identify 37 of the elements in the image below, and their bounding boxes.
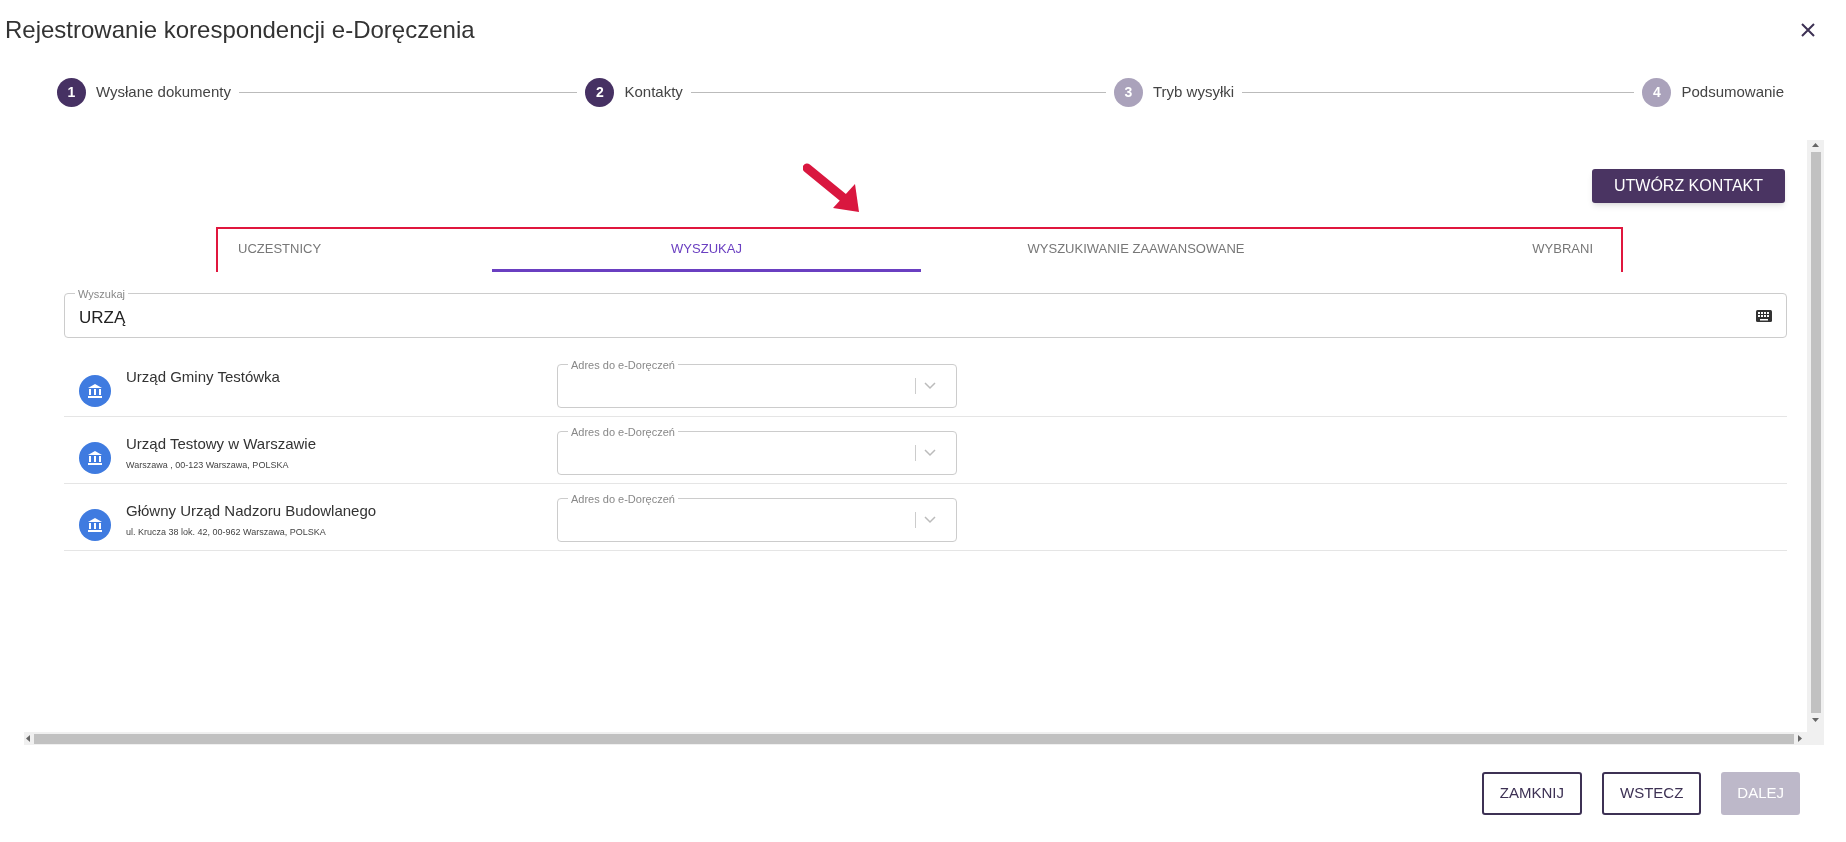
- annotation-arrow: [803, 162, 861, 214]
- institution-icon: [79, 375, 111, 407]
- step-number: 3: [1113, 78, 1143, 107]
- step-label: Podsumowanie: [1681, 82, 1784, 103]
- contact-address: ul. Krucza 38 lok. 42, 00-962 Warszawa, POLSKA: [126, 525, 327, 539]
- step-label: Kontakty: [624, 82, 683, 103]
- contact-name: Urząd Testowy w Warszawie: [126, 434, 318, 454]
- chevron-down-icon: [924, 382, 936, 390]
- step-number: 2: [585, 78, 615, 107]
- contact-address: Warszawa , 00-123 Warszawa, POLSKA: [126, 458, 290, 472]
- contact-name: Urząd Gminy Testówka: [126, 367, 281, 387]
- step-number: 4: [1642, 78, 1672, 107]
- step-label: Wysłane dokumenty: [96, 82, 231, 103]
- create-contact-button[interactable]: UTWÓRZ KONTAKT: [1591, 169, 1785, 203]
- vertical-scrollbar[interactable]: [1807, 140, 1824, 732]
- chevron-down-icon: [924, 449, 936, 457]
- footer-button[interactable]: WSTECZ: [1602, 772, 1702, 815]
- tab[interactable]: WYSZUKAJ: [492, 229, 921, 272]
- scroll-left-icon[interactable]: [26, 735, 30, 742]
- tab[interactable]: UCZESTNICY: [218, 229, 492, 272]
- contact-name: Główny Urząd Nadzoru Budowlanego: [126, 501, 378, 521]
- close-icon[interactable]: [1800, 22, 1816, 38]
- horizontal-scrollbar[interactable]: [24, 732, 1824, 745]
- step-number: 1: [57, 78, 86, 107]
- institution-icon: [79, 442, 111, 474]
- scroll-right-icon[interactable]: [1798, 735, 1802, 742]
- window-title: Rejestrowanie korespondencji e-Doręczenia: [5, 15, 475, 45]
- search-value: URZĄ: [79, 306, 127, 329]
- footer-button[interactable]: ZAMKNIJ: [1481, 772, 1582, 815]
- keyboard-icon[interactable]: [1756, 309, 1772, 322]
- chevron-down-icon: [924, 516, 936, 524]
- step-label: Tryb wysyłki: [1152, 82, 1235, 103]
- scroll-down-icon[interactable]: [1812, 718, 1819, 722]
- scroll-up-icon[interactable]: [1812, 143, 1819, 147]
- tab[interactable]: WYBRANI: [1351, 229, 1621, 272]
- tab[interactable]: WYSZUKIWANIE ZAAWANSOWANE: [921, 229, 1351, 272]
- institution-icon: [79, 509, 111, 541]
